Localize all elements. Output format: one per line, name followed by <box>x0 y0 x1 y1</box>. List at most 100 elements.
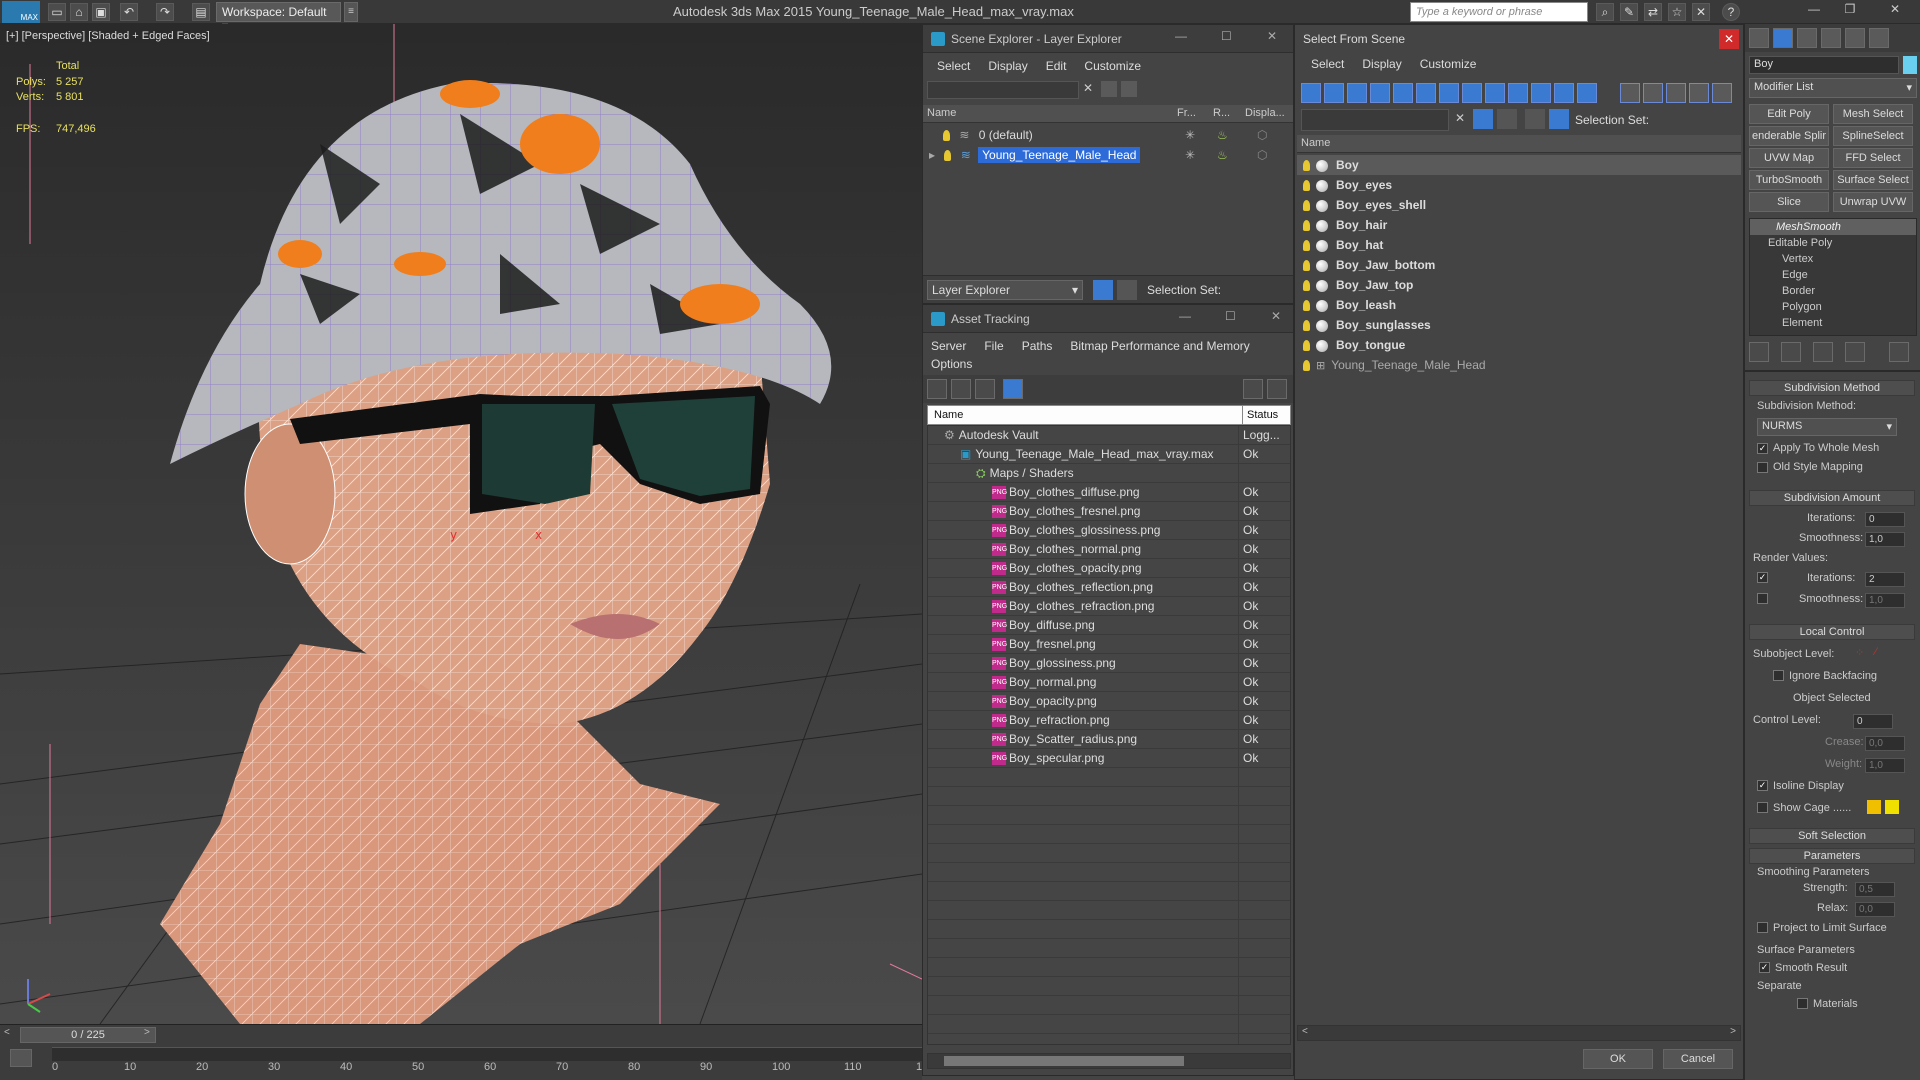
make-unique-icon[interactable] <box>1813 342 1833 362</box>
rollout-subdivision-method[interactable]: Subdivision Method <box>1749 380 1915 396</box>
asset-row[interactable]: PNG Boy_clothes_normal.png Ok <box>928 540 1290 559</box>
pin-stack-icon[interactable] <box>1749 342 1769 362</box>
cancel-button[interactable]: Cancel <box>1663 1049 1733 1069</box>
save-icon[interactable]: ▣ <box>92 3 110 21</box>
asset-row[interactable]: ▣ Young_Teenage_Male_Head_max_vray.max Ok <box>928 445 1290 464</box>
restore-button[interactable]: ❐ <box>1838 2 1862 22</box>
list-view-icon[interactable] <box>951 379 971 399</box>
viewport-label[interactable]: [+] [Perspective] [Shaded + Edged Faces] <box>6 30 210 42</box>
modifier-quick-button[interactable]: FFD Select <box>1833 148 1913 168</box>
modifier-quick-button[interactable]: Edit Poly <box>1749 104 1829 124</box>
asset-row[interactable]: PNG Boy_clothes_diffuse.png Ok <box>928 483 1290 502</box>
bulb-icon[interactable] <box>1303 180 1310 192</box>
asset-row[interactable]: PNG Boy_Scatter_radius.png Ok <box>928 730 1290 749</box>
sfs-close-button[interactable]: ✕ <box>1719 29 1739 49</box>
display-bones-icon[interactable] <box>1485 83 1505 103</box>
project-limit-checkbox[interactable] <box>1757 922 1768 933</box>
at-hscroll[interactable] <box>927 1053 1291 1069</box>
tree-view-icon[interactable] <box>975 379 995 399</box>
x-tools-icon[interactable]: ✕ <box>1692 3 1710 21</box>
cage-color-swatch-2[interactable] <box>1885 800 1899 814</box>
materials-checkbox[interactable] <box>1797 998 1808 1009</box>
modifier-quick-button[interactable]: Surface Select <box>1833 170 1913 190</box>
hierarchy-options-icon[interactable] <box>1712 83 1732 103</box>
old-style-mapping-checkbox[interactable] <box>1757 462 1768 473</box>
expand-arrow-icon[interactable]: ▸ <box>929 148 935 162</box>
se-minimize-button[interactable]: — <box>1175 29 1187 43</box>
at-close-button[interactable]: ✕ <box>1271 309 1281 323</box>
modifier-quick-button[interactable]: Slice <box>1749 192 1829 212</box>
asset-row[interactable]: ⛭ Maps / Shaders <box>928 464 1290 483</box>
se-col-display[interactable]: Displa... <box>1245 107 1285 119</box>
scene-object-row[interactable]: Boy_hair <box>1297 215 1741 235</box>
open-folder-icon[interactable]: ⌂ <box>70 3 88 21</box>
edge-level-icon[interactable]: ∕ <box>1875 646 1877 658</box>
time-next-button[interactable]: > <box>144 1027 158 1043</box>
bulb-icon[interactable] <box>944 150 952 162</box>
isoline-display-checkbox[interactable]: ✓ <box>1757 780 1768 791</box>
scene-object-row[interactable]: Boy_eyes <box>1297 175 1741 195</box>
asset-row[interactable]: PNG Boy_clothes_refraction.png Ok <box>928 597 1290 616</box>
render-iterations-checkbox[interactable]: ✓ <box>1757 572 1768 583</box>
bulb-icon[interactable] <box>1303 300 1310 312</box>
undo-icon[interactable]: ↶ <box>120 3 138 21</box>
display-none-icon[interactable] <box>1620 83 1640 103</box>
sfs-menu-item[interactable]: Display <box>1362 57 1401 71</box>
exchange-icon[interactable]: ⇄ <box>1644 3 1662 21</box>
workspace-options-icon[interactable]: ≡ <box>344 2 358 22</box>
render-iterations-spinner[interactable]: 2 <box>1865 572 1905 587</box>
sfs-clear-icon[interactable]: ✕ <box>1455 111 1465 125</box>
modifier-quick-button[interactable]: UVW Map <box>1749 148 1829 168</box>
close-button[interactable]: ✕ <box>1880 2 1910 22</box>
bulb-icon[interactable] <box>1303 260 1310 272</box>
se-col-name[interactable]: Name <box>927 107 956 119</box>
se-menu-item[interactable]: Display <box>988 59 1027 73</box>
modifier-quick-button[interactable]: TurboSmooth <box>1749 170 1829 190</box>
scene-object-row[interactable]: Boy_sunglasses <box>1297 315 1741 335</box>
display-tab-icon[interactable] <box>1845 28 1865 48</box>
asset-row[interactable]: PNG Boy_clothes_glossiness.png Ok <box>928 521 1290 540</box>
at-menu-item[interactable]: Bitmap Performance and Memory <box>1070 339 1249 353</box>
hierarchy-tab-icon[interactable] <box>1797 28 1817 48</box>
layers-mode-icon[interactable] <box>1093 280 1113 300</box>
minimize-button[interactable]: — <box>1802 2 1826 22</box>
asset-row[interactable]: PNG Boy_clothes_reflection.png Ok <box>928 578 1290 597</box>
display-groups-icon[interactable] <box>1439 83 1459 103</box>
motion-tab-icon[interactable] <box>1821 28 1841 48</box>
bulb-icon[interactable] <box>1303 340 1310 352</box>
create-tab-icon[interactable] <box>1749 28 1769 48</box>
filter-options-icon[interactable] <box>1689 83 1709 103</box>
se-close-button[interactable]: ✕ <box>1267 29 1277 43</box>
timeline[interactable]: < 0 / 225 > 010203040506070809010011012 <box>0 1024 928 1080</box>
se-filter-input[interactable] <box>927 81 1079 99</box>
crease-spinner[interactable]: 0,0 <box>1865 736 1905 751</box>
se-col-render[interactable]: R... <box>1213 107 1230 119</box>
asset-row[interactable]: PNG Boy_opacity.png Ok <box>928 692 1290 711</box>
sfs-filter-input[interactable] <box>1301 109 1449 131</box>
display-spacewarps-icon[interactable] <box>1416 83 1436 103</box>
asset-row[interactable]: PNG Boy_refraction.png Ok <box>928 711 1290 730</box>
sfs-menu-item[interactable]: Customize <box>1420 57 1477 71</box>
display-shapes-icon[interactable] <box>1324 83 1344 103</box>
relax-spinner[interactable]: 0,0 <box>1855 902 1895 917</box>
stack-subobject-item[interactable]: Edge <box>1750 267 1916 283</box>
table-view-icon[interactable] <box>1003 379 1023 399</box>
render-teapot-icon[interactable]: ♨ <box>1217 125 1228 145</box>
scene-object-row[interactable]: Boy_Jaw_bottom <box>1297 255 1741 275</box>
bulb-icon[interactable] <box>1303 280 1310 292</box>
stack-subobject-item[interactable]: Vertex <box>1750 251 1916 267</box>
app-logo[interactable]: MAX <box>2 1 40 23</box>
render-teapot-icon[interactable]: ♨ <box>1217 145 1228 165</box>
se-clear-icon[interactable]: ✕ <box>1083 81 1093 95</box>
modifier-quick-button[interactable]: Unwrap UVW <box>1833 192 1913 212</box>
sfs-filter-icon[interactable] <box>1473 109 1493 129</box>
scene-object-row[interactable]: Boy_leash <box>1297 295 1741 315</box>
at-minimize-button[interactable]: — <box>1179 309 1191 323</box>
asset-row[interactable]: PNG Boy_glossiness.png Ok <box>928 654 1290 673</box>
object-color-swatch[interactable] <box>1903 56 1917 74</box>
at-menu-options[interactable]: Options <box>931 357 972 371</box>
display-lights-icon[interactable] <box>1347 83 1367 103</box>
vertex-level-icon[interactable]: ⁘ <box>1855 646 1864 659</box>
sfs-hierarchy-icon[interactable] <box>1549 109 1569 129</box>
project-folder-icon[interactable]: ▤ <box>192 3 210 21</box>
